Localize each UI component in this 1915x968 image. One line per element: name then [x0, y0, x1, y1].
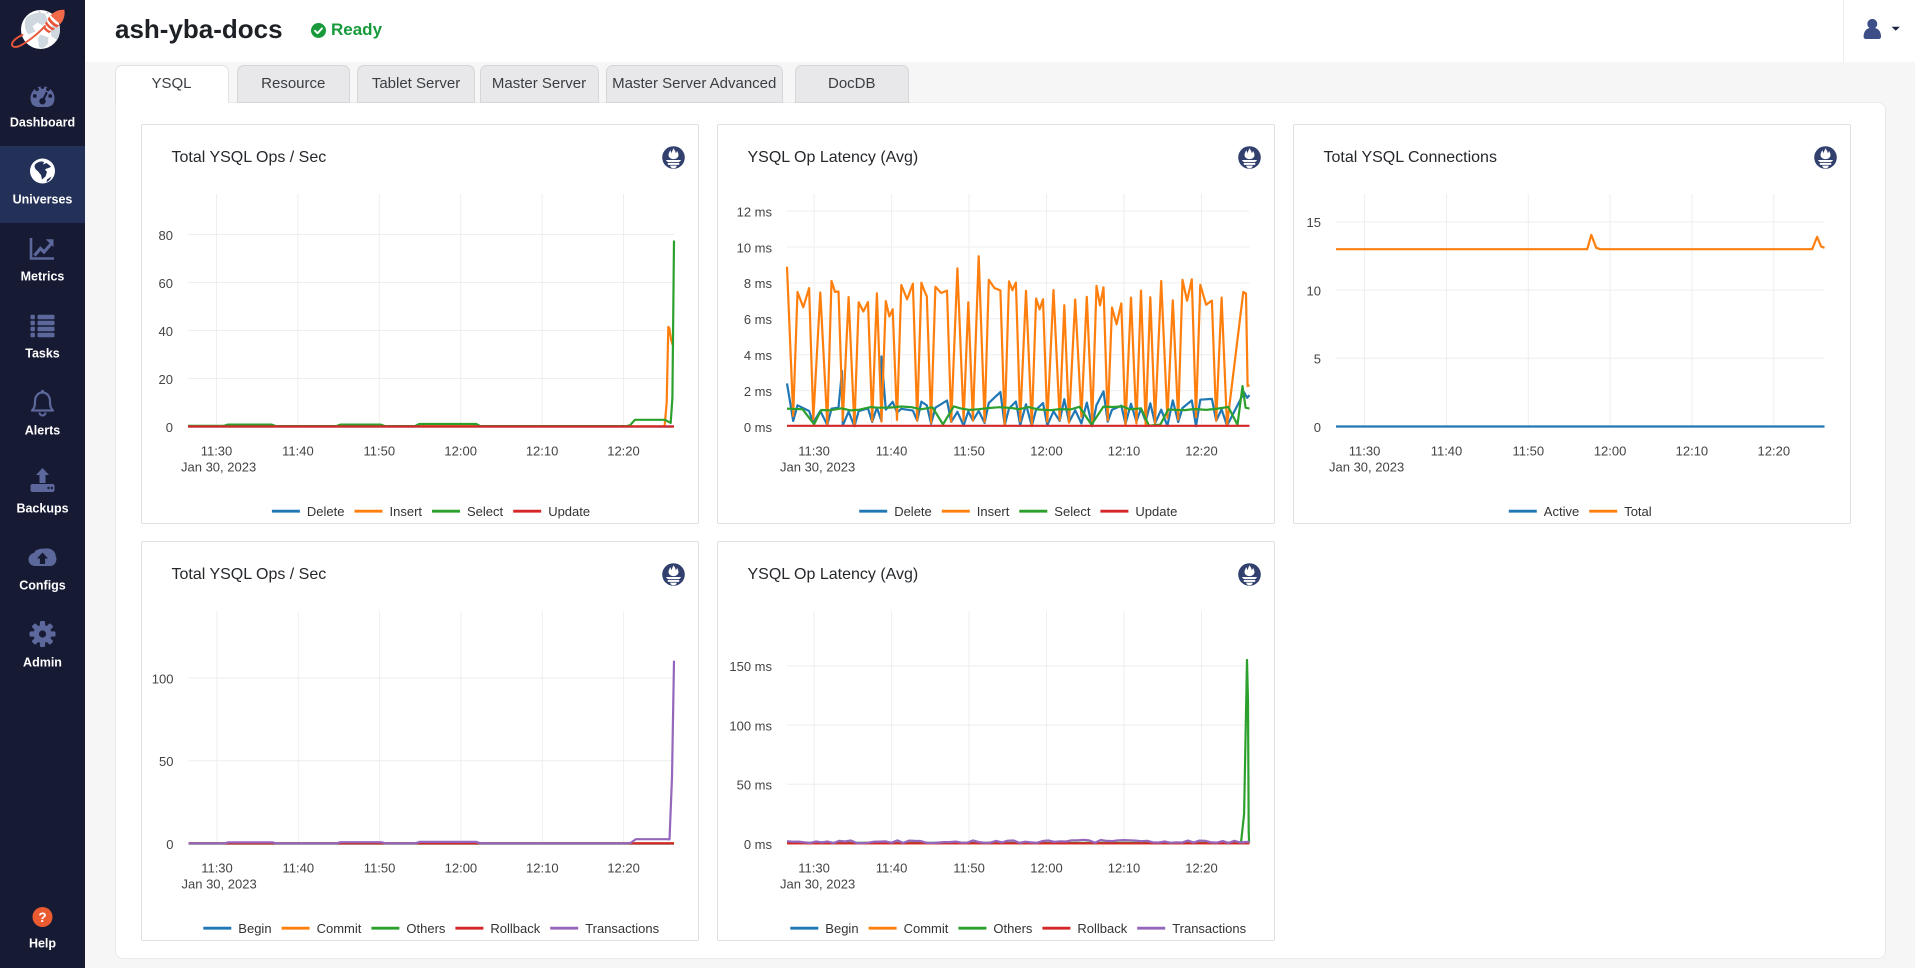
svg-text:YSQL Op Latency (Avg): YSQL Op Latency (Avg)	[747, 566, 918, 583]
svg-text:Update: Update	[548, 503, 590, 518]
svg-text:Total YSQL Connections: Total YSQL Connections	[1323, 149, 1496, 166]
svg-text:11:50: 11:50	[363, 861, 395, 876]
svg-text:Begin: Begin	[238, 921, 271, 936]
svg-text:0 ms: 0 ms	[743, 837, 772, 852]
svg-text:60: 60	[158, 275, 172, 290]
svg-text:Jan 30, 2023: Jan 30, 2023	[780, 877, 855, 892]
svg-text:Insert: Insert	[976, 503, 1009, 518]
svg-text:Insert: Insert	[389, 503, 422, 518]
svg-text:12 ms: 12 ms	[736, 204, 772, 219]
svg-text:11:50: 11:50	[953, 443, 985, 458]
svg-text:20: 20	[158, 371, 172, 386]
svg-text:Universes: Universes	[13, 193, 73, 207]
svg-text:Total: Total	[1624, 503, 1652, 518]
svg-text:12:10: 12:10	[525, 443, 558, 458]
svg-text:100 ms: 100 ms	[729, 718, 772, 733]
svg-text:11:30: 11:30	[1348, 443, 1380, 458]
svg-text:50 ms: 50 ms	[736, 778, 772, 793]
svg-text:11:30: 11:30	[798, 443, 830, 458]
svg-text:8 ms: 8 ms	[743, 276, 772, 291]
svg-text:11:50: 11:50	[953, 861, 985, 876]
svg-text:12:20: 12:20	[607, 443, 640, 458]
svg-text:Total YSQL Ops / Sec: Total YSQL Ops / Sec	[171, 566, 326, 583]
svg-text:Commit: Commit	[316, 921, 361, 936]
svg-text:80: 80	[158, 227, 172, 242]
svg-text:Help: Help	[29, 937, 56, 951]
svg-text:12:00: 12:00	[1593, 443, 1626, 458]
svg-text:Commit: Commit	[903, 921, 948, 936]
svg-text:11:50: 11:50	[1512, 443, 1544, 458]
svg-text:Select: Select	[1054, 503, 1091, 518]
svg-text:12:20: 12:20	[1185, 443, 1218, 458]
svg-text:Alerts: Alerts	[25, 424, 60, 438]
svg-text:11:50: 11:50	[363, 443, 395, 458]
svg-text:15: 15	[1306, 215, 1320, 230]
svg-text:Backups: Backups	[16, 502, 68, 516]
svg-text:12:10: 12:10	[1107, 861, 1140, 876]
svg-text:150 ms: 150 ms	[729, 659, 772, 674]
svg-text:Others: Others	[993, 921, 1033, 936]
svg-text:0: 0	[165, 419, 172, 434]
svg-text:Jan 30, 2023: Jan 30, 2023	[1329, 459, 1404, 474]
svg-text:?: ?	[38, 910, 46, 925]
svg-text:11:40: 11:40	[282, 861, 314, 876]
svg-text:Jan 30, 2023: Jan 30, 2023	[181, 877, 256, 892]
svg-text:YSQL Op Latency (Avg): YSQL Op Latency (Avg)	[747, 149, 918, 166]
svg-text:Delete: Delete	[306, 503, 344, 518]
svg-text:12:10: 12:10	[1107, 443, 1140, 458]
svg-text:12:00: 12:00	[444, 861, 477, 876]
svg-text:0: 0	[166, 837, 173, 852]
svg-text:12:20: 12:20	[1185, 861, 1218, 876]
svg-text:11:30: 11:30	[201, 861, 233, 876]
svg-text:11:40: 11:40	[875, 861, 907, 876]
svg-text:Rollback: Rollback	[1077, 921, 1127, 936]
svg-text:Update: Update	[1135, 503, 1177, 518]
svg-text:11:40: 11:40	[875, 443, 907, 458]
svg-text:11:30: 11:30	[200, 443, 232, 458]
svg-text:Transactions: Transactions	[1172, 921, 1246, 936]
svg-text:Jan 30, 2023: Jan 30, 2023	[181, 459, 256, 474]
svg-text:Dashboard: Dashboard	[10, 116, 75, 130]
svg-text:Transactions: Transactions	[585, 921, 659, 936]
svg-text:Begin: Begin	[825, 921, 858, 936]
svg-text:10 ms: 10 ms	[736, 240, 772, 255]
svg-text:Configs: Configs	[19, 579, 66, 593]
svg-text:Select: Select	[467, 503, 504, 518]
svg-text:11:40: 11:40	[282, 443, 314, 458]
svg-text:5: 5	[1313, 351, 1320, 366]
svg-text:Metrics: Metrics	[21, 270, 65, 284]
svg-text:11:40: 11:40	[1430, 443, 1462, 458]
svg-text:Tasks: Tasks	[25, 347, 60, 361]
svg-text:0 ms: 0 ms	[743, 419, 772, 434]
svg-text:12:00: 12:00	[444, 443, 477, 458]
svg-text:12:20: 12:20	[607, 861, 640, 876]
svg-text:Active: Active	[1543, 503, 1578, 518]
svg-text:12:10: 12:10	[526, 861, 559, 876]
svg-text:Jan 30, 2023: Jan 30, 2023	[780, 459, 855, 474]
svg-text:Delete: Delete	[894, 503, 932, 518]
svg-text:Others: Others	[406, 921, 446, 936]
svg-text:12:00: 12:00	[1030, 861, 1063, 876]
svg-text:Total YSQL Ops / Sec: Total YSQL Ops / Sec	[171, 149, 326, 166]
svg-text:12:10: 12:10	[1675, 443, 1708, 458]
svg-text:2 ms: 2 ms	[743, 383, 772, 398]
svg-text:Admin: Admin	[23, 656, 62, 670]
svg-text:100: 100	[151, 671, 173, 686]
svg-text:6 ms: 6 ms	[743, 312, 772, 327]
svg-text:10: 10	[1306, 283, 1320, 298]
svg-text:0: 0	[1313, 419, 1320, 434]
svg-text:12:00: 12:00	[1030, 443, 1063, 458]
svg-text:Rollback: Rollback	[490, 921, 540, 936]
svg-text:4 ms: 4 ms	[743, 348, 772, 363]
svg-text:40: 40	[158, 323, 172, 338]
svg-text:12:20: 12:20	[1757, 443, 1790, 458]
svg-text:50: 50	[159, 754, 173, 769]
svg-text:11:30: 11:30	[798, 861, 830, 876]
